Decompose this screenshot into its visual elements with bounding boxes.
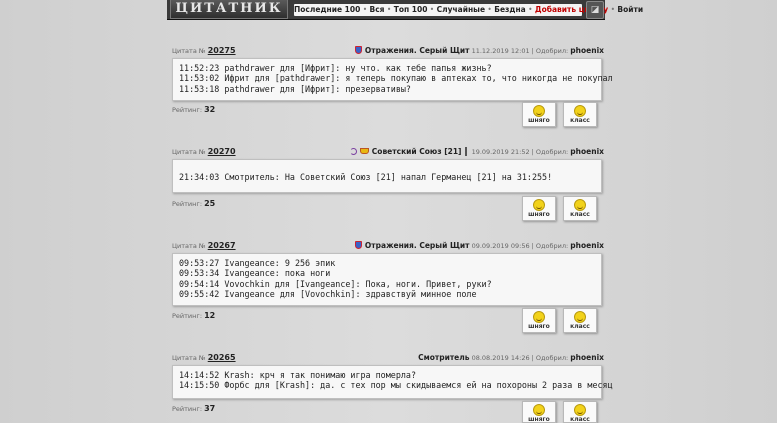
shield-icon	[354, 241, 362, 249]
rating-label: Рейтинг:	[172, 106, 203, 114]
smiley-icon	[574, 404, 586, 416]
rating: Рейтинг: 12	[172, 311, 215, 320]
rating: Рейтинг: 25	[172, 199, 215, 208]
approved-label: Одобрил:	[535, 242, 569, 250]
quote-text-box: 11:52:23 pathdrawer для [Ифрит]: ну что.…	[172, 58, 613, 101]
smiley-icon	[533, 199, 545, 211]
quote-text-box: 14:14:52 Krash: крч я так понимаю игра п…	[172, 365, 613, 399]
quote-line: 11:52:23 pathdrawer для [Ифрит]: ну что.…	[179, 63, 492, 73]
quote-line: 11:53:18 pathdrawer для [Ифрит]: презерв…	[179, 83, 411, 94]
smiley-icon	[574, 311, 586, 323]
quote-number-link[interactable]: 20267	[208, 241, 236, 250]
quote-source[interactable]: Советский Союз [21]	[372, 147, 462, 156]
sword-icon	[464, 147, 467, 156]
vote-bad-button[interactable]: шняго	[522, 102, 556, 127]
nav-random[interactable]: Случайные	[437, 5, 485, 14]
quote-meta: Цитата № 20270 Советский Союз [21] 19.09…	[172, 147, 604, 156]
approver-name[interactable]: phoenix	[570, 147, 604, 156]
quote-prefix: Цитата №	[172, 242, 206, 250]
vote-good-label: класс	[570, 416, 590, 423]
vote-bad-button[interactable]: шняго	[522, 401, 556, 423]
quote-source[interactable]: Отражения. Серый Щит	[365, 241, 470, 250]
vote-bad-label: шняго	[528, 117, 550, 124]
quote-line: 14:15:50 Форбс для [Krash]: да. с тех по…	[179, 380, 613, 391]
rating-label: Рейтинг:	[172, 200, 203, 208]
quote-line: 21:34:03 Смотритель: На Советский Союз […	[179, 172, 553, 182]
quote-source[interactable]: Смотритель	[418, 353, 469, 362]
vote-good-label: класс	[570, 211, 590, 218]
shield-icon	[354, 46, 362, 54]
quote-line: 09:53:34 Ivangeance: пока ноги	[179, 268, 331, 279]
quote-date: 19.09.2019 21:52	[471, 148, 530, 156]
rating-value: 37	[204, 404, 216, 413]
approved-label: Одобрил:	[535, 354, 569, 362]
quote-line: 09:54:14 Vovochkin для [Ivangeance]: Пок…	[179, 278, 492, 289]
vote-bad-label: шняго	[528, 323, 550, 330]
approved-label: Одобрил:	[535, 47, 569, 55]
vote-bad-label: шняго	[528, 211, 550, 218]
nav-last-100[interactable]: Последние 100	[294, 5, 360, 14]
moon-icon	[349, 148, 357, 155]
nav-top-100[interactable]: Топ 100	[394, 5, 428, 14]
smiley-icon	[574, 199, 586, 211]
vote-good-label: класс	[570, 323, 590, 330]
vote-good-button[interactable]: класс	[563, 308, 597, 333]
quote-source[interactable]: Отражения. Серый Щит	[365, 46, 470, 55]
quote-meta: Цитата № 20275 Отражения. Серый Щит 11.1…	[172, 46, 604, 55]
quote-meta: Цитата № 20267 Отражения. Серый Щит 09.0…	[172, 241, 604, 250]
rating-value: 12	[204, 311, 216, 320]
crown-icon	[359, 148, 369, 154]
vote-good-button[interactable]: класс	[563, 401, 597, 423]
rating-label: Рейтинг:	[172, 312, 203, 320]
rating-value: 32	[204, 105, 216, 114]
nav-abyss[interactable]: Бездна	[494, 5, 525, 14]
quote-line: 09:53:27 Ivangeance: 9 256 эпик	[179, 258, 336, 268]
quote-date: 11.12.2019 12:01	[471, 47, 530, 55]
rating: Рейтинг: 32	[172, 105, 215, 114]
vote-good-button[interactable]: класс	[563, 196, 597, 221]
approver-name[interactable]: phoenix	[570, 241, 604, 250]
approver-name[interactable]: phoenix	[570, 46, 604, 55]
approved-label: Одобрил:	[535, 148, 569, 156]
quote-meta: Цитата № 20265 Смотритель 08.08.2019 14:…	[172, 353, 604, 362]
quote-date: 08.08.2019 14:26	[471, 354, 530, 362]
quote-number-link[interactable]: 20270	[208, 147, 236, 156]
rating-value: 25	[204, 199, 216, 208]
quote-line: 11:53:02 Ифрит для [pathdrawer]: я тепер…	[179, 73, 613, 84]
site-logo[interactable]: ЦИТАТНИК	[170, 0, 288, 19]
quote-prefix: Цитата №	[172, 47, 206, 55]
quote-prefix: Цитата №	[172, 148, 206, 156]
vote-good-label: класс	[570, 117, 590, 124]
quote-prefix: Цитата №	[172, 354, 206, 362]
quote-number-link[interactable]: 20275	[208, 46, 236, 55]
approver-name[interactable]: phoenix	[570, 353, 604, 362]
vote-bad-button[interactable]: шняго	[522, 196, 556, 221]
quote-line: 09:55:42 Ivangeance для [Vovochkin]: здр…	[179, 289, 477, 300]
main-nav: Последние 100 • Вся • Топ 100 • Случайны…	[294, 4, 644, 16]
vote-bad-label: шняго	[528, 416, 550, 423]
smiley-icon	[533, 105, 545, 117]
quote-text-box: 21:34:03 Смотритель: На Советский Союз […	[172, 159, 602, 193]
smiley-icon	[533, 311, 545, 323]
rating-label: Рейтинг:	[172, 405, 203, 413]
quote-line: 14:14:52 Krash: крч я так понимаю игра п…	[179, 370, 416, 380]
nav-login[interactable]: Войти	[617, 5, 643, 14]
corner-menu-icon[interactable]: ◪	[586, 1, 604, 19]
rating: Рейтинг: 37	[172, 404, 215, 413]
vote-good-button[interactable]: класс	[563, 102, 597, 127]
smiley-icon	[533, 404, 545, 416]
smiley-icon	[574, 105, 586, 117]
quote-date: 09.09.2019 09:56	[471, 242, 530, 250]
quote-text-box: 09:53:27 Ivangeance: 9 256 эпик 09:53:34…	[172, 253, 602, 306]
quote-number-link[interactable]: 20265	[208, 353, 236, 362]
vote-bad-button[interactable]: шняго	[522, 308, 556, 333]
nav-all[interactable]: Вся	[370, 5, 385, 14]
